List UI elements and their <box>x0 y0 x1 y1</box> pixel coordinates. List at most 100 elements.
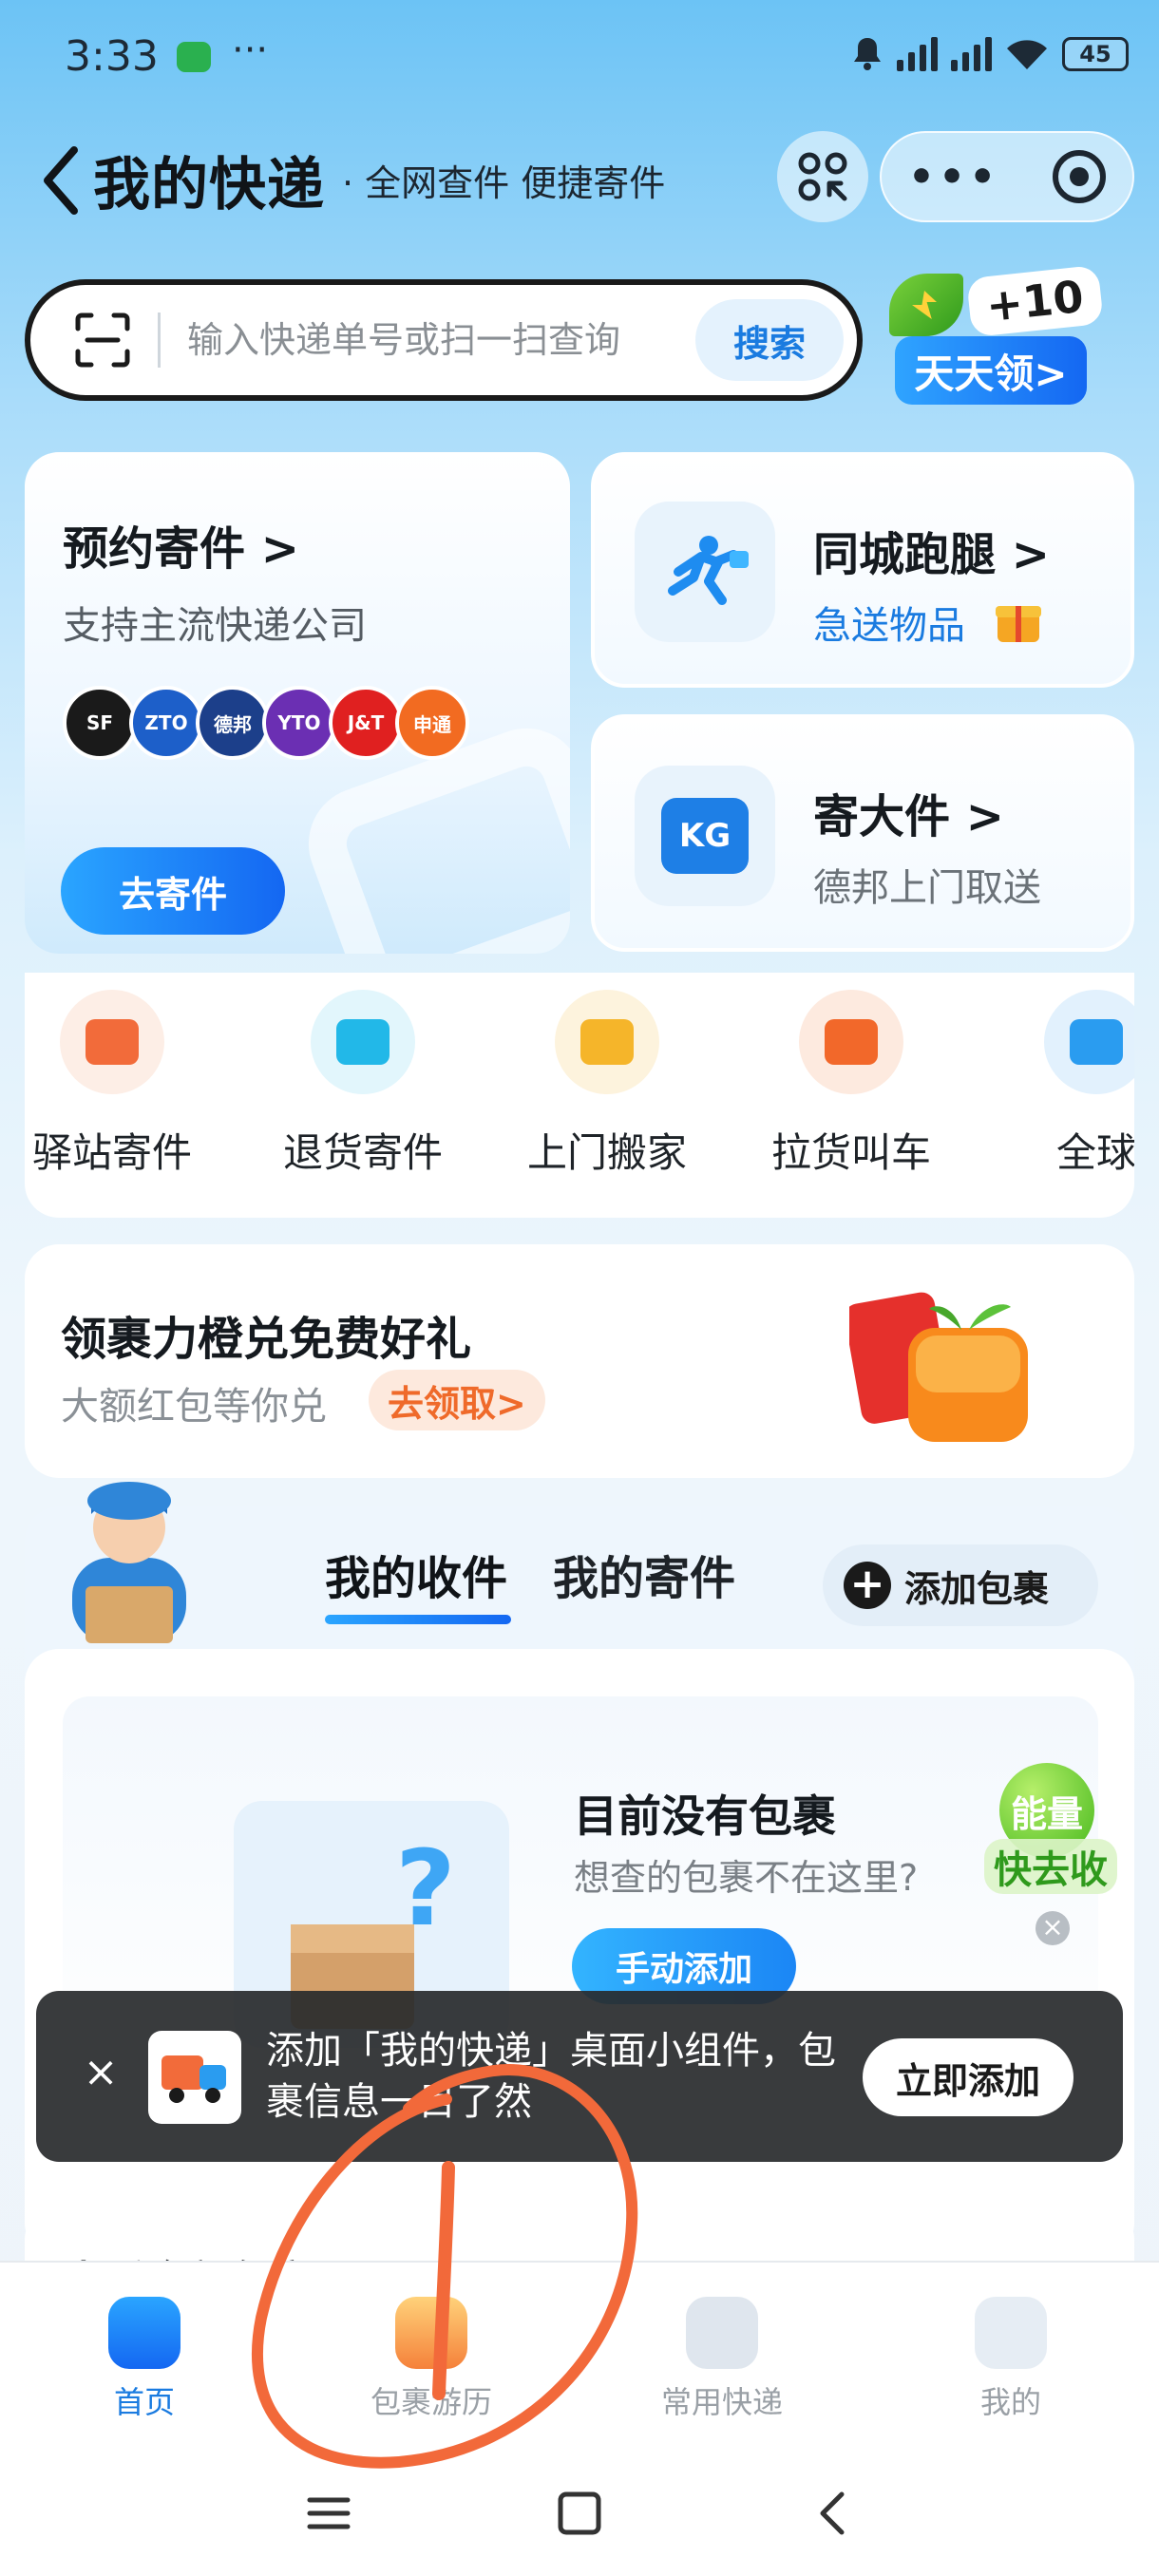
status-icons: 45 <box>851 36 1129 72</box>
book-shipping-title: 预约寄件 > <box>63 522 299 576</box>
reward-points: +10 <box>966 264 1104 338</box>
active-tab-indicator <box>325 1615 511 1624</box>
nav-label: 常用快递 <box>660 2384 783 2420</box>
gift-icon <box>996 606 1041 642</box>
parcel-journey-icon <box>395 2297 467 2369</box>
battery-icon: 45 <box>1062 37 1129 71</box>
city-errand-card[interactable]: 同城跑腿 > 急送物品 <box>591 452 1134 688</box>
home-icon <box>108 2297 180 2369</box>
toast-close-button[interactable]: × <box>74 2046 127 2099</box>
promo-subtitle: 大额红包等你兑 <box>61 1385 327 1429</box>
tab-my-received[interactable]: 我的收件 <box>325 1541 507 1607</box>
qr-scan-button[interactable] <box>777 131 868 222</box>
add-widget-button[interactable]: 立即添加 <box>863 2038 1074 2116</box>
miniapp-capsule: ••• <box>880 131 1134 222</box>
wechat-icon <box>177 42 211 72</box>
city-errand-subtitle: 急送物品 <box>813 604 965 648</box>
bulky-shipping-subtitle: 德邦上门取送 <box>813 866 1041 910</box>
scan-icon[interactable] <box>72 310 133 370</box>
quick-service-item[interactable]: 上门搬家 <box>503 990 712 1179</box>
back-arrow-icon[interactable] <box>806 2485 863 2542</box>
close-icon[interactable]: × <box>1036 1911 1070 1945</box>
courier-brand-logo: SF <box>63 686 137 760</box>
menu-icon[interactable] <box>300 2485 357 2542</box>
page-title: 我的快递 <box>93 152 325 218</box>
widget-toast: × 添加「我的快递」桌面小组件，包裹信息一目了然 立即添加 <box>36 1991 1123 2162</box>
promo-title: 领裹力橙兑免费好礼 <box>61 1313 472 1366</box>
nav-item-parcel-journey[interactable]: 包裹游历 <box>336 2297 526 2422</box>
quick-service-label: 拉货叫车 <box>770 1129 931 1176</box>
chevron-left-icon <box>44 146 78 215</box>
empty-parcel-subtitle: 想查的包裹不在这里? <box>574 1857 919 1899</box>
home-square-icon[interactable] <box>551 2485 608 2542</box>
courier-brand-logo: YTO <box>262 686 336 760</box>
promo-claim-button[interactable]: 去领取> <box>369 1370 545 1430</box>
status-time: 3:33 <box>65 32 159 81</box>
book-shipping-card[interactable]: 预约寄件 > 支持主流快递公司 SF ZTO 德邦 YTO J&T 申通 去寄件 <box>25 452 570 954</box>
quick-service-icon <box>1044 990 1134 1094</box>
svg-text:?: ? <box>395 1828 456 1949</box>
system-nav-bar <box>0 2451 1159 2576</box>
quick-service-item[interactable]: 全球 <box>992 990 1134 1179</box>
courier-brand-logo: 申通 <box>395 686 469 760</box>
toast-message: 添加「我的快递」桌面小组件，包裹信息一目了然 <box>266 2029 836 2124</box>
quick-service-icon <box>555 990 659 1094</box>
book-shipping-subtitle: 支持主流快递公司 <box>63 604 367 648</box>
tracking-number-input[interactable] <box>187 319 695 361</box>
nav-label: 首页 <box>113 2384 175 2420</box>
quick-service-icon <box>799 990 903 1094</box>
bottom-nav: 首页 包裹游历 常用快递 我的 <box>0 2261 1159 2451</box>
nav-item-profile[interactable]: 我的 <box>916 2297 1106 2422</box>
signal-icon <box>897 37 938 71</box>
quick-service-label: 驿站寄件 <box>31 1129 192 1176</box>
profile-icon <box>975 2297 1047 2369</box>
courier-brand-logos: SF ZTO 德邦 YTO J&T 申通 <box>63 686 469 760</box>
qr-scan-icon <box>798 152 847 201</box>
nav-item-home[interactable]: 首页 <box>49 2297 239 2422</box>
go-send-button[interactable]: 去寄件 <box>61 847 285 935</box>
kg-box-icon: KG <box>635 766 775 906</box>
nav-label: 我的 <box>979 2384 1041 2420</box>
wifi-icon <box>1007 40 1047 69</box>
quick-services-row: 驿站寄件 退货寄件 上门搬家 拉货叫车 全球 <box>25 973 1134 1218</box>
nav-item-courier[interactable]: 常用快递 <box>627 2297 817 2422</box>
back-button[interactable] <box>38 142 82 218</box>
daily-claim-button[interactable]: 天天领> <box>895 336 1087 405</box>
promo-banner[interactable]: 领裹力橙兑免费好礼 大额红包等你兑 去领取> <box>25 1244 1134 1478</box>
energy-collect-badge[interactable]: 能量 快去收 <box>984 1763 1136 1905</box>
search-button[interactable]: 搜索 <box>695 299 844 381</box>
signal-icon <box>951 37 992 71</box>
more-button[interactable]: ••• <box>908 153 999 201</box>
courier-mascot-icon <box>72 1482 186 1643</box>
quick-service-label: 全球 <box>1055 1129 1134 1176</box>
tab-my-sent[interactable]: 我的寄件 <box>553 1541 735 1607</box>
bell-off-icon <box>854 38 881 70</box>
energy-leaf-icon <box>889 274 963 336</box>
add-parcel-button[interactable]: + 添加包裹 <box>823 1544 1098 1626</box>
courier-brand-logo: 德邦 <box>196 686 270 760</box>
close-miniapp-button[interactable] <box>1053 150 1107 203</box>
energy-collect-label: 快去收 <box>984 1839 1117 1894</box>
search-bar: 搜索 <box>25 279 863 401</box>
bulky-shipping-card[interactable]: KG 寄大件 > 德邦上门取送 <box>591 714 1134 952</box>
quick-service-label: 上门搬家 <box>526 1129 687 1176</box>
quick-service-icon <box>311 990 415 1094</box>
page-subtitle: · 全网查件 便捷寄件 <box>342 162 666 204</box>
divider <box>158 313 161 368</box>
nav-label: 包裹游历 <box>370 2384 492 2420</box>
quick-service-item[interactable]: 拉货叫车 <box>747 990 956 1179</box>
quick-service-label: 退货寄件 <box>282 1129 443 1176</box>
empty-parcel-title: 目前没有包裹 <box>574 1790 836 1842</box>
red-envelope-orange-icon <box>849 1292 1028 1442</box>
delivery-truck-icon <box>148 2031 241 2124</box>
bulky-shipping-title: 寄大件 > <box>813 790 1004 843</box>
courier-brand-logo: ZTO <box>129 686 203 760</box>
runner-icon <box>635 502 775 642</box>
daily-reward-badge[interactable]: +10 天天领> <box>889 256 1104 408</box>
quick-service-item[interactable]: 退货寄件 <box>258 990 467 1179</box>
plus-icon: + <box>844 1562 891 1609</box>
quick-service-icon <box>60 990 164 1094</box>
courier-icon <box>686 2297 758 2369</box>
add-parcel-label: 添加包裹 <box>904 1567 1050 1610</box>
quick-service-item[interactable]: 驿站寄件 <box>25 990 217 1179</box>
